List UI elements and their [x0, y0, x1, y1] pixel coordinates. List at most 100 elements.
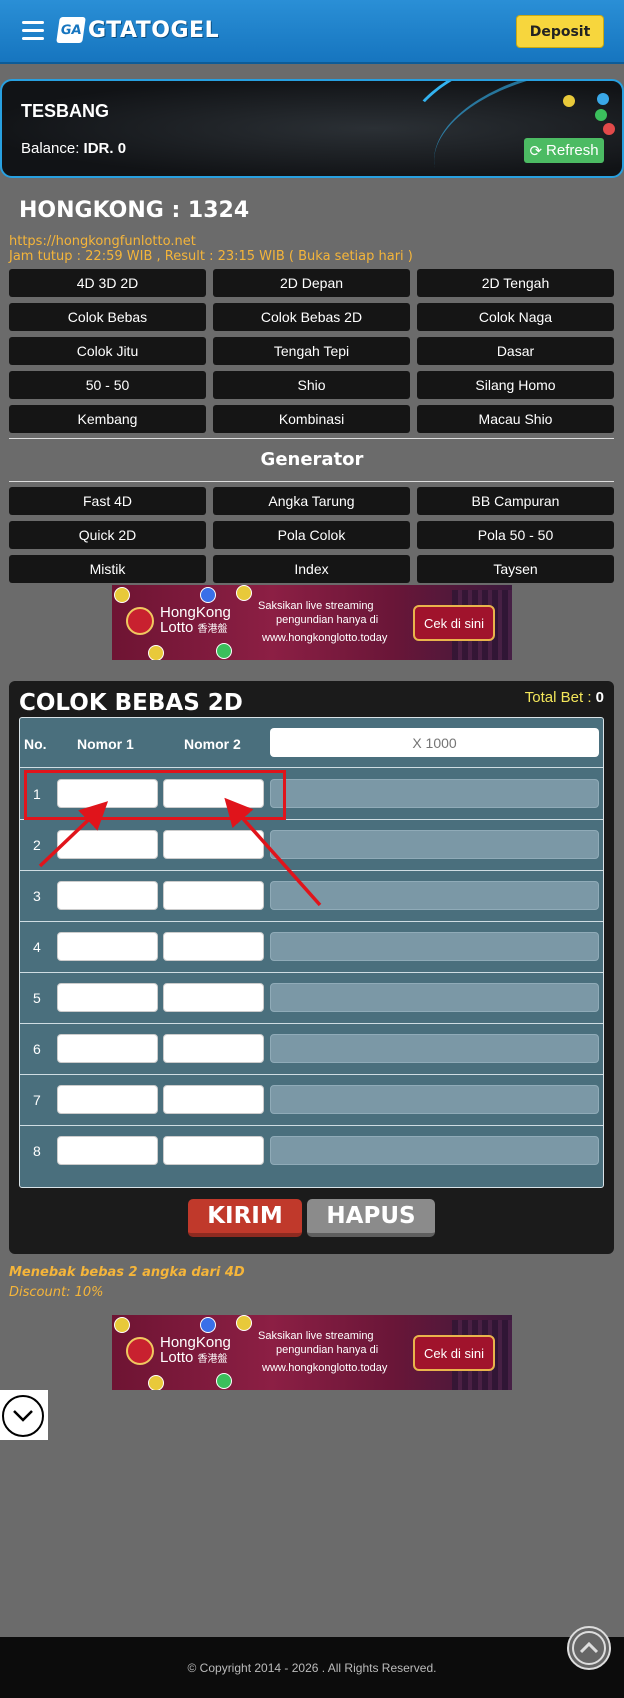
game-type-grid: 4D 3D 2D 2D Depan 2D Tengah Colok Bebas … — [9, 269, 614, 433]
nomor1-input[interactable] — [57, 881, 158, 910]
nomor2-input[interactable] — [163, 1034, 264, 1063]
total-bet-value: 0 — [595, 689, 604, 706]
hongkong-lotto-logo-icon — [126, 607, 154, 635]
submit-button[interactable]: KIRIM — [188, 1199, 302, 1237]
banner-text: Saksikan live streaming — [258, 600, 374, 612]
nomor2-input[interactable] — [163, 932, 264, 961]
bet-amount-input[interactable] — [270, 983, 599, 1012]
nomor2-input[interactable] — [163, 830, 264, 859]
generator-button[interactable]: Pola 50 - 50 — [417, 521, 614, 549]
bet-amount-input[interactable] — [270, 1085, 599, 1114]
logo-mark: GA — [56, 17, 86, 43]
bet-panel: COLOK BEBAS 2D Total Bet : 0 No. Nomor 1… — [9, 681, 614, 1254]
table-row: 4 — [20, 922, 603, 973]
generator-button[interactable]: Taysen — [417, 555, 614, 583]
chevron-up-icon — [572, 1631, 606, 1665]
row-number: 5 — [33, 990, 41, 1006]
bet-amount-input[interactable] — [270, 881, 599, 910]
nomor2-input[interactable] — [163, 881, 264, 910]
game-type-button[interactable]: Kembang — [9, 405, 206, 433]
username: TESBANG — [21, 101, 110, 121]
discount-text: Discount: 10% — [9, 1285, 104, 1300]
row-number: 4 — [33, 939, 41, 955]
nomor1-input[interactable] — [57, 983, 158, 1012]
promo-banner[interactable]: HongKong Lotto 香港盤 Saksikan live streami… — [112, 1315, 512, 1390]
game-type-button[interactable]: Macau Shio — [417, 405, 614, 433]
lottery-ball-icon — [200, 587, 216, 603]
game-type-button[interactable]: 2D Depan — [213, 269, 410, 297]
generator-button[interactable]: BB Campuran — [417, 487, 614, 515]
game-type-button[interactable]: Colok Bebas 2D — [213, 303, 410, 331]
row-number: 8 — [33, 1143, 41, 1159]
generator-button[interactable]: Pola Colok — [213, 521, 410, 549]
game-type-button[interactable]: Silang Homo — [417, 371, 614, 399]
bet-amount-input[interactable] — [270, 932, 599, 961]
nomor1-input[interactable] — [57, 1034, 158, 1063]
banner-cta-button[interactable]: Cek di sini — [413, 605, 495, 641]
bet-amount-input[interactable] — [270, 779, 599, 808]
bet-amount-input[interactable] — [270, 1034, 599, 1063]
nomor2-input[interactable] — [163, 983, 264, 1012]
lottery-ball-icon — [603, 123, 615, 135]
game-description: Menebak bebas 2 angka dari 4D — [9, 1265, 245, 1280]
logo[interactable]: GA GTATOGEL — [56, 15, 220, 45]
game-type-button[interactable]: Shio — [213, 371, 410, 399]
bet-amount-input[interactable] — [270, 1136, 599, 1165]
market-url[interactable]: https://hongkongfunlotto.net — [9, 234, 196, 249]
generator-button[interactable]: Quick 2D — [9, 521, 206, 549]
deposit-button[interactable]: Deposit — [516, 15, 604, 48]
market-schedule: Jam tutup : 22:59 WIB , Result : 23:15 W… — [9, 249, 413, 264]
banner-brand: HongKong Lotto 香港盤 — [160, 605, 231, 637]
generator-button[interactable]: Index — [213, 555, 410, 583]
row-number: 6 — [33, 1041, 41, 1057]
nomor1-input[interactable] — [57, 1085, 158, 1114]
row-number: 2 — [33, 837, 41, 853]
game-type-button[interactable]: Colok Naga — [417, 303, 614, 331]
game-type-button[interactable]: Dasar — [417, 337, 614, 365]
bet-amount-input[interactable] — [270, 830, 599, 859]
lottery-ball-icon — [114, 587, 130, 603]
banner-url: www.hongkonglotto.today — [262, 1362, 388, 1374]
nomor1-input[interactable] — [57, 932, 158, 961]
lottery-ball-icon — [114, 1317, 130, 1333]
game-type-button[interactable]: 50 - 50 — [9, 371, 206, 399]
game-type-button[interactable]: 4D 3D 2D — [9, 269, 206, 297]
panel-title: COLOK BEBAS 2D — [19, 690, 243, 716]
lottery-ball-icon — [216, 1373, 232, 1389]
scroll-down-button[interactable] — [0, 1390, 48, 1440]
logo-text: GTATOGEL — [88, 17, 220, 43]
game-type-button[interactable]: Kombinasi — [213, 405, 410, 433]
game-type-button[interactable]: Tengah Tepi — [213, 337, 410, 365]
refresh-button[interactable]: ⟳ Refresh — [524, 138, 604, 163]
refresh-label: Refresh — [546, 142, 599, 159]
nomor1-input[interactable] — [57, 830, 158, 859]
generator-grid: Fast 4D Angka Tarung BB Campuran Quick 2… — [9, 487, 614, 583]
nomor2-input[interactable] — [163, 1136, 264, 1165]
balance-label: Balance: — [21, 140, 80, 157]
hongkong-lotto-logo-icon — [126, 1337, 154, 1365]
nomor2-input[interactable] — [163, 1085, 264, 1114]
generator-button[interactable]: Angka Tarung — [213, 487, 410, 515]
generator-button[interactable]: Mistik — [9, 555, 206, 583]
generator-button[interactable]: Fast 4D — [9, 487, 206, 515]
promo-banner[interactable]: HongKong Lotto 香港盤 Saksikan live streami… — [112, 585, 512, 660]
table-row: 8 — [20, 1126, 603, 1177]
banner-cta-button[interactable]: Cek di sini — [413, 1335, 495, 1371]
balance: Balance: IDR. 0 — [21, 140, 126, 157]
divider — [9, 438, 614, 439]
game-type-button[interactable]: Colok Bebas — [9, 303, 206, 331]
game-type-button[interactable]: 2D Tengah — [417, 269, 614, 297]
copyright: © Copyright 2014 - 2026 . All Rights Res… — [187, 1661, 437, 1675]
clear-button[interactable]: HAPUS — [307, 1199, 435, 1237]
lottery-ball-icon — [563, 95, 575, 107]
menu-icon[interactable] — [22, 21, 44, 40]
footer: © Copyright 2014 - 2026 . All Rights Res… — [0, 1637, 624, 1698]
back-to-top-button[interactable] — [567, 1626, 611, 1670]
nomor1-input[interactable] — [57, 1136, 158, 1165]
table-row: 2 — [20, 820, 603, 871]
game-type-button[interactable]: Colok Jitu — [9, 337, 206, 365]
banner-text: Saksikan live streaming — [258, 1330, 374, 1342]
multiplier-input[interactable] — [270, 728, 599, 757]
column-header-no: No. — [24, 736, 47, 752]
lottery-ball-icon — [236, 585, 252, 601]
